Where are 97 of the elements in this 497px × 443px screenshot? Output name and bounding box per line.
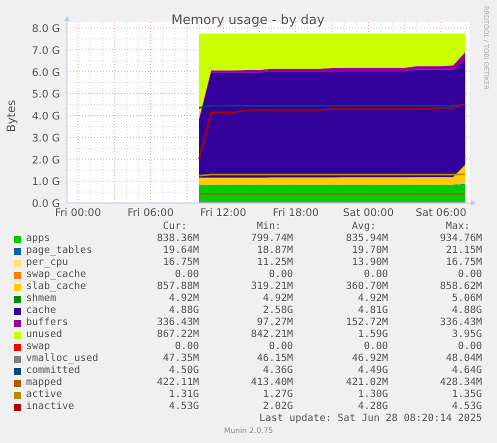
value-cell-text: 46.15M (256, 353, 293, 365)
value-cell-text: 4.36G (262, 365, 293, 377)
value-cell-text: 47.35M (162, 353, 199, 365)
last-update-text: Last update: Sat Jun 28 08:20:14 2025 (258, 413, 482, 425)
legend-label: page_tables (26, 245, 94, 257)
value-cell-text: 1.35G (450, 389, 482, 401)
value-cell-text: 360.70M (344, 281, 388, 293)
value-cell-text: 13.90M (350, 257, 388, 269)
legend-label: slab_cache (26, 281, 88, 293)
value-cell-text: 336.43M (438, 317, 482, 329)
legend-label: mapped (26, 377, 64, 389)
legend-label: unused (26, 329, 64, 341)
legend-label: cache (26, 305, 58, 317)
value-cell-text: 4.53G (168, 401, 199, 413)
axis-tick-label: 8.0 G (32, 23, 60, 35)
value-cell-text: 0.00 (174, 269, 199, 281)
value-cell-text: 842.21M (250, 329, 293, 341)
axis-tick-label: Fri 18:00 (272, 207, 319, 219)
value-cell-text: 1.31G (168, 389, 199, 401)
value-cell-text: 0.00 (268, 341, 293, 353)
value-cell-text: 1.27G (262, 389, 293, 401)
value-cell-text: 4.64G (450, 365, 482, 377)
value-cell-text: 2.02G (262, 401, 293, 413)
value-cell-text: 4.88G (168, 305, 199, 317)
axis-tick-label: Fri 12:00 (200, 207, 246, 219)
value-cell-text: 319.21M (250, 281, 293, 293)
value-cell-text: 21.15M (444, 245, 482, 257)
axis-tick-label: 0.0 G (32, 198, 60, 210)
column-header: Avg: (350, 221, 377, 233)
axis-tick-label: Fri 00:00 (54, 207, 102, 219)
column-header: Max: (444, 221, 471, 233)
column-header: Cur: (162, 221, 188, 233)
value-cell-text: 858.62M (438, 281, 482, 293)
legend-label: swap (26, 341, 52, 353)
value-cell-text: 421.02M (344, 377, 388, 389)
chart-title: Memory usage - by day (171, 13, 325, 28)
axis-tick-label: 3.0 G (32, 132, 60, 144)
value-cell-text: 857.88M (156, 281, 199, 293)
axis-title: Bytes (4, 100, 18, 132)
value-cell-text: 4.92M (262, 293, 293, 305)
axis-tick-label: 6.0 G (32, 66, 60, 79)
value-cell-text: 2.58G (262, 305, 293, 317)
axis-tick-label: 2.0 G (32, 154, 60, 166)
value-cell-text: 0.00 (456, 269, 482, 281)
legend-label: active (26, 389, 64, 401)
value-cell-text: 3.95G (450, 329, 482, 341)
value-cell-text: 46.92M (350, 353, 388, 365)
value-cell-text: 428.34M (438, 377, 482, 389)
legend-label: per_cpu (26, 257, 70, 269)
value-cell-text: 934.76M (438, 233, 482, 245)
value-cell-text: 336.43M (156, 317, 199, 329)
value-cell-text: 18.87M (256, 245, 293, 257)
value-cell-text: 0.00 (268, 269, 293, 281)
value-cell-text: 16.75M (444, 257, 482, 269)
value-cell-text: 4.92M (356, 293, 388, 305)
value-cell-text: 4.50G (168, 365, 199, 377)
value-cell-text: 835.94M (344, 233, 388, 245)
value-cell-text: 867.22M (156, 329, 199, 341)
column-header: Min: (256, 221, 282, 233)
value-cell-text: 97.27M (256, 317, 293, 329)
value-cell-text: 0.00 (174, 341, 199, 353)
axis-tick-label: 4.0 G (32, 110, 60, 122)
value-cell-text: 0.00 (456, 341, 482, 353)
axis-tick-label: 7.0 G (32, 44, 60, 57)
value-cell-text: 48.04M (444, 353, 482, 365)
value-cell-text: 19.64M (162, 245, 199, 257)
value-cell-text: 0.00 (362, 341, 388, 353)
value-cell-text: 11.25M (256, 257, 293, 269)
value-cell-text: 16.75M (162, 257, 199, 269)
legend-label: swap_cache (26, 269, 88, 281)
axis-tick-label: Fri 06:00 (128, 207, 174, 219)
value-cell-text: 4.92M (168, 293, 199, 305)
value-cell-text: 0.00 (362, 269, 388, 281)
value-cell-text: 413.40M (250, 377, 293, 389)
value-cell-text: 799.74M (250, 233, 293, 245)
axis-tick-label: 5.0 G (32, 88, 60, 101)
legend-label: inactive (26, 401, 76, 413)
value-cell-text: 422.11M (156, 377, 199, 389)
legend-label: buffers (26, 317, 70, 329)
legend-label: apps (26, 233, 52, 245)
value-cell-text: 4.81G (356, 305, 388, 317)
legend-label: committed (26, 365, 82, 377)
legend-label: vmalloc_used (26, 353, 100, 365)
value-cell-text: 19.70M (350, 245, 388, 257)
legend-label: shmem (26, 293, 58, 305)
value-cell-text: 1.59G (356, 329, 388, 341)
value-cell-text: 4.53G (450, 401, 482, 413)
value-cell-text: 5.06M (450, 293, 482, 305)
axis-tick-label: Sat 06:00 (416, 207, 466, 219)
value-cell-text: 4.28G (356, 401, 388, 413)
value-cell-text: 152.72M (344, 317, 388, 329)
value-cell-text: 4.88G (450, 305, 482, 317)
value-cell-text: 4.49G (356, 365, 388, 377)
value-cell-text: 838.36M (156, 233, 199, 245)
axis-tick-label: Sat 00:00 (342, 207, 394, 219)
axis-tick-label: 1.0 G (32, 176, 60, 188)
value-cell-text: 1.30G (356, 389, 388, 401)
